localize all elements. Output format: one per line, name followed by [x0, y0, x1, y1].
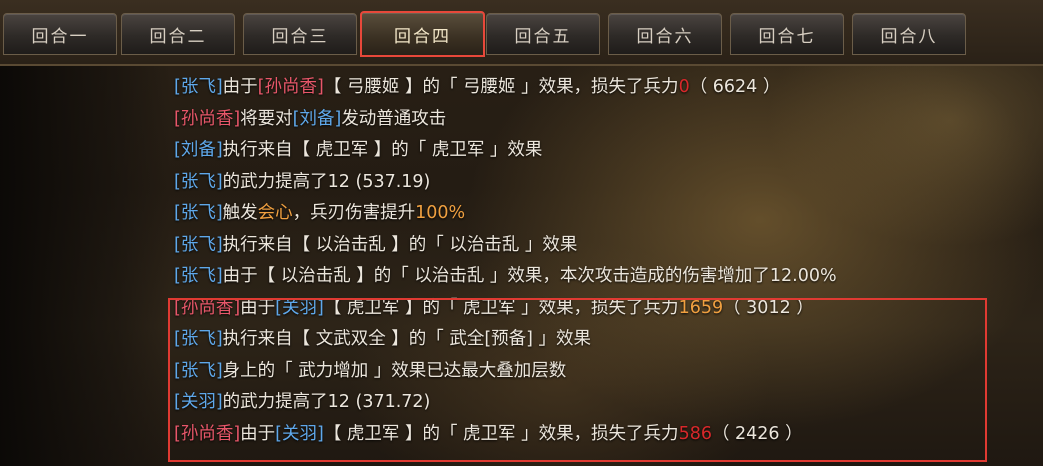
round-tab-bar: 回合一 回合二 回合三 回合四 回合五 回合六 回合七 回合八	[0, 0, 1043, 66]
tab-round-6[interactable]: 回合六	[608, 13, 722, 55]
log-line: [张飞]触发会心，兵刃伤害提升100%	[174, 198, 1039, 230]
log-segment: [刘备]	[174, 140, 223, 160]
tab-round-3[interactable]: 回合三	[243, 13, 357, 55]
tab-round-4[interactable]: 回合四	[360, 11, 485, 57]
log-segment: [张飞]	[174, 171, 223, 192]
log-segment: 由于【 以治击乱 】的「 以治击乱 」效果，本次攻击造成的伤害增加了12.00%	[222, 266, 837, 286]
log-segment: [孙尚香]	[257, 77, 324, 97]
tab-round-7[interactable]: 回合七	[730, 13, 844, 55]
log-line: [孙尚香]将要对[刘备]发动普通攻击	[174, 104, 1039, 136]
log-segment: 执行来自【 虎卫军 】的「 虎卫军 」效果	[222, 140, 543, 160]
log-line: [张飞]由于[孙尚香]【 弓腰姬 】的「 弓腰姬 」效果，损失了兵力0（ 662…	[174, 72, 1039, 104]
log-segment: [张飞]	[174, 203, 223, 223]
log-segment: 100%	[415, 203, 466, 223]
tab-round-5[interactable]: 回合五	[486, 13, 600, 55]
log-segment: [张飞]	[174, 77, 223, 97]
log-segment: 触发	[222, 203, 258, 223]
log-segment: 【 弓腰姬 】的「 弓腰姬 」效果，损失了兵力	[323, 77, 679, 97]
log-segment: [张飞]	[174, 234, 223, 255]
tab-round-8[interactable]: 回合八	[852, 13, 966, 55]
log-segment: 会心	[257, 203, 293, 223]
log-segment: [刘备]	[292, 108, 342, 129]
log-segment: （ 6624 ）	[689, 77, 781, 97]
background-shade	[0, 0, 170, 466]
tab-round-1[interactable]: 回合一	[3, 13, 117, 55]
log-line: [张飞]执行来自【 以治击乱 】的「 以治击乱 」效果	[174, 230, 1039, 262]
log-segment: 将要对	[240, 108, 293, 129]
tab-round-2[interactable]: 回合二	[121, 13, 235, 55]
log-segment: [张飞]	[174, 266, 223, 286]
highlight-box	[168, 298, 987, 462]
log-segment: 的武力提高了12 (537.19)	[222, 171, 431, 192]
log-line: [张飞]的武力提高了12 (537.19)	[174, 167, 1039, 199]
log-segment: 由于	[222, 77, 258, 97]
log-segment: 0	[678, 77, 690, 97]
log-segment: 发动普通攻击	[341, 108, 447, 129]
log-segment: ，兵刃伤害提升	[292, 203, 416, 223]
log-line: [刘备]执行来自【 虎卫军 】的「 虎卫军 」效果	[174, 135, 1039, 167]
log-line: [张飞]由于【 以治击乱 】的「 以治击乱 」效果，本次攻击造成的伤害增加了12…	[174, 261, 1039, 293]
log-segment: 执行来自【 以治击乱 】的「 以治击乱 」效果	[222, 234, 578, 255]
log-segment: [孙尚香]	[174, 108, 241, 129]
